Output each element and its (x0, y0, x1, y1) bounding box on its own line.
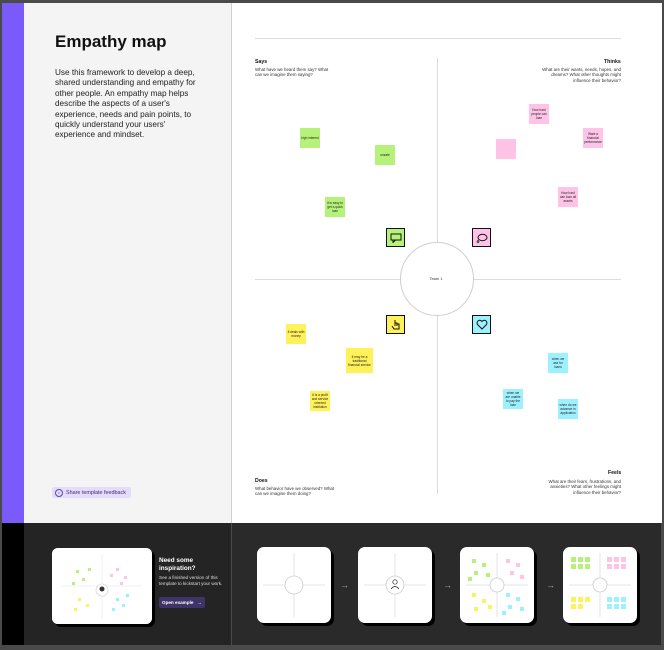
thinks-title: Thinks (604, 59, 621, 65)
sticky-note[interactable]: high interest (300, 128, 320, 148)
feels-question: What are their fears, frustrations, and … (548, 479, 621, 495)
open-example-button[interactable]: Open example → (159, 597, 205, 608)
sticky-note[interactable]: How hard people can loan (529, 104, 549, 124)
chat-icon: • (55, 488, 63, 497)
sticky-note[interactable]: It is a profit and service oriented inst… (310, 391, 330, 411)
arrow-right-icon: → (340, 580, 349, 590)
speech-bubble-icon (386, 228, 405, 247)
says-title: Says (255, 59, 268, 65)
share-feedback-label: Share template feedback (66, 489, 126, 496)
does-question: What behavior have we observed? What can… (255, 486, 335, 497)
example-thumbnail[interactable] (52, 548, 152, 624)
arrow-right-icon: → (443, 580, 452, 590)
sticky-note[interactable]: It may be a traditional financial servic… (346, 348, 373, 373)
says-question: What have we heard them say? What can we… (255, 67, 329, 78)
sticky-note[interactable]: Want a financial performance (583, 128, 603, 148)
step-card-user[interactable] (358, 547, 432, 623)
step-card-empty[interactable] (257, 547, 331, 623)
accent-bar (2, 3, 24, 523)
heart-icon (472, 315, 491, 334)
step-card-grouped[interactable] (563, 547, 637, 623)
feels-title: Feels (608, 470, 622, 476)
hand-pointer-icon (386, 315, 405, 334)
inspiration-stripe (2, 523, 24, 645)
step-card-stickies[interactable] (460, 547, 534, 623)
sticky-note[interactable]: It is easy to get a quick loan (325, 197, 345, 217)
sticky-note[interactable]: How hard can loan all assets (558, 187, 578, 207)
inspiration-title: Need some inspiration? (159, 557, 196, 572)
inspiration-text: See a finished version of this template … (159, 575, 223, 586)
sticky-note[interactable]: when we ask for loans (548, 353, 568, 373)
sticky-note[interactable] (496, 139, 516, 159)
thinks-question: What are their wants, needs, hopes, and … (542, 67, 621, 83)
open-example-label: Open example (162, 600, 194, 605)
template-title: Empathy map (55, 32, 167, 51)
arrow-right-icon: → (197, 600, 202, 605)
sticky-note[interactable]: It deals with money (286, 324, 306, 344)
sticky-note[interactable]: unsafe (375, 145, 395, 165)
sticky-note[interactable]: when we are unable to pay the loan (503, 389, 523, 409)
top-divider (255, 38, 621, 39)
template-description: Use this framework to develop a deep, sh… (55, 68, 196, 140)
does-title: Does (255, 478, 268, 484)
sticky-note[interactable]: when do we advance in application (558, 399, 578, 419)
arrow-right-icon: → (546, 580, 555, 590)
thought-bubble-icon (472, 228, 491, 247)
center-label: Team 1 (429, 276, 443, 281)
share-feedback-button[interactable]: • Share template feedback (52, 487, 131, 498)
